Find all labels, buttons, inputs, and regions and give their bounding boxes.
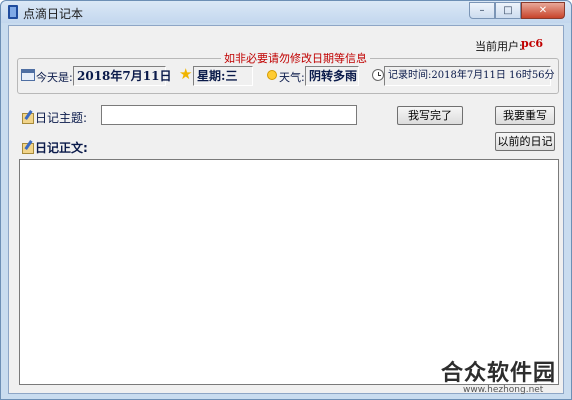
weekday-field[interactable]: 星期:三 [193,66,253,86]
current-user-name: pc6 [521,37,544,50]
date-info-warning: 如非必要请勿修改日期等信息 [221,50,370,66]
window-title: 点滴日记本 [23,7,84,21]
record-time-value: 2018年7月11日 16时56分 [431,70,555,81]
client-area: 当前用户: pc6 如非必要请勿修改日期等信息 今天是: 2018年7月11日 … [8,25,564,394]
record-time-field[interactable]: 记录时间:2018年7月11日 16时56分 [384,66,555,86]
body-label: 日记正文: [35,141,88,155]
title-bar[interactable]: 点滴日记本 – □ ✕ [1,1,571,23]
weekday-value: 三 [225,69,238,83]
weekday-label: 星期: [197,69,226,83]
star-icon: ★ [179,65,193,83]
today-label: 今天是: [36,71,73,84]
diary-body-textarea[interactable] [19,159,559,385]
today-date-field[interactable]: 2018年7月11日 [73,66,171,86]
calendar-icon [21,69,35,81]
subject-label: 日记主题: [35,111,88,125]
current-user-label: 当前用户: [475,40,523,53]
previous-diaries-button[interactable]: 以前的日记 [495,132,555,151]
app-window: 点滴日记本 – □ ✕ 当前用户: pc6 如非必要请勿修改日期等信息 今天是:… [0,0,572,400]
watermark-url: www.hezhong.net [463,385,544,395]
pen-note-icon [21,140,34,154]
rewrite-button[interactable]: 我要重写 [495,106,555,125]
weather-label: 天气: [279,71,305,84]
clock-icon [372,69,384,81]
sun-icon [267,70,277,80]
minimize-button[interactable]: – [469,2,495,19]
diary-book-icon [8,5,18,19]
done-writing-button[interactable]: 我写完了 [397,106,463,125]
maximize-button[interactable]: □ [495,2,521,19]
close-button[interactable]: ✕ [521,2,565,19]
window-controls: – □ ✕ [469,2,565,19]
pen-note-icon [21,110,34,124]
subject-input[interactable] [101,105,357,125]
weather-field[interactable]: 阴转多雨 [305,66,359,86]
watermark-brand: 合众软件园 [441,361,557,386]
record-time-label: 记录时间: [388,70,432,81]
